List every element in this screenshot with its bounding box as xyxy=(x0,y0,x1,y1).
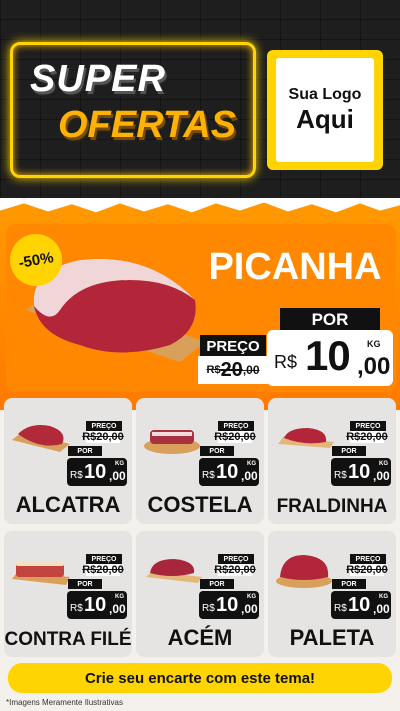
meat-icon xyxy=(144,430,200,454)
cents: ,00 xyxy=(241,469,258,483)
product-card[interactable]: PREÇO R$20,00 POR R$ 10 KG ,00 FRALDINHA xyxy=(268,398,396,524)
currency: R$ xyxy=(334,470,347,481)
por-label: POR xyxy=(200,446,234,456)
por-label: POR xyxy=(200,579,234,589)
cta-button[interactable]: Crie seu encarte com este tema! xyxy=(8,663,392,693)
product-name: FRALDINHA xyxy=(276,496,388,517)
new-price: R$ 10 KG ,00 xyxy=(199,458,259,486)
price-value: 10 xyxy=(348,461,371,483)
unit: KG xyxy=(247,594,256,600)
cents: ,00 xyxy=(373,469,390,483)
old-price: R$20,00 xyxy=(214,431,256,443)
new-price: R$ 10 KG ,00 xyxy=(67,591,127,619)
product-name: ALCATRA xyxy=(15,492,121,517)
unit: KG xyxy=(115,461,124,467)
unit-label: KG xyxy=(367,339,381,349)
product-card[interactable]: PREÇO R$20,00 POR R$ 10 KG ,00 ALCATRA xyxy=(4,398,132,524)
preco-label: PREÇO xyxy=(218,554,254,564)
new-price: R$ 10 KG ,00 xyxy=(199,591,259,619)
unit: KG xyxy=(379,594,388,600)
meat-icon xyxy=(146,559,202,583)
currency: R$ xyxy=(202,603,215,614)
hero-old-price: R$ 20 ,00 xyxy=(198,356,268,384)
new-price: R$ 10 KG ,00 xyxy=(331,591,391,619)
preco-label: PREÇO xyxy=(350,421,386,431)
currency: R$ xyxy=(202,470,215,481)
cents: ,00 xyxy=(109,469,126,483)
preco-label: PREÇO xyxy=(218,421,254,431)
preco-label: PREÇO xyxy=(86,421,122,431)
por-label: POR xyxy=(68,579,102,589)
logo-placeholder[interactable]: Sua Logo Aqui xyxy=(276,58,374,162)
logo-text-line2: Aqui xyxy=(296,103,354,134)
meat-icon xyxy=(278,428,334,448)
por-label: POR xyxy=(332,579,366,589)
hero-product-name: PICANHA xyxy=(208,246,382,288)
price-value: 10 xyxy=(84,594,107,616)
price-value: 10 xyxy=(216,594,239,616)
preco-label: PREÇO xyxy=(86,554,122,564)
product-name: PALETA xyxy=(289,625,375,650)
product-name: CONTRA FILÉ xyxy=(4,629,132,650)
footnote: *Imagens Meramente Ilustrativas xyxy=(6,698,123,707)
new-currency: R$ xyxy=(274,352,298,372)
currency: R$ xyxy=(70,603,83,614)
meat-icon xyxy=(12,425,70,452)
logo-text-line1: Sua Logo xyxy=(288,85,362,103)
title-super: SUPER xyxy=(30,58,166,100)
product-card[interactable]: PREÇO R$20,00 POR R$ 10 KG ,00 ACÉM xyxy=(136,531,264,657)
hero-preco-label: PREÇO xyxy=(200,335,266,357)
new-value: 10 xyxy=(305,332,351,379)
meat-icon xyxy=(276,555,332,588)
hero-por-label: POR xyxy=(280,308,380,332)
unit: KG xyxy=(247,461,256,467)
old-price: R$20,00 xyxy=(82,431,124,443)
hero-new-price: R$ 10 KG ,00 xyxy=(267,330,393,386)
por-label: POR xyxy=(332,446,366,456)
old-price: R$20,00 xyxy=(214,564,256,576)
old-price: R$20,00 xyxy=(82,564,124,576)
preco-label: PREÇO xyxy=(350,554,386,564)
new-price: R$ 10 KG ,00 xyxy=(67,458,127,486)
old-price: R$20,00 xyxy=(346,431,388,443)
product-name: ACÉM xyxy=(167,625,233,650)
product-name: COSTELA xyxy=(147,492,253,517)
old-cents: ,00 xyxy=(242,363,260,377)
old-value: 20 xyxy=(220,358,243,381)
por-label: POR xyxy=(68,446,102,456)
old-currency: R$ xyxy=(206,364,221,376)
currency: R$ xyxy=(334,603,347,614)
unit: KG xyxy=(379,461,388,467)
cents: ,00 xyxy=(109,602,126,616)
product-card[interactable]: PREÇO R$20,00 POR R$ 10 KG ,00 CONTRA FILÉ xyxy=(4,531,132,657)
old-price: R$20,00 xyxy=(346,564,388,576)
product-card[interactable]: PREÇO R$20,00 POR R$ 10 KG ,00 PALETA xyxy=(268,531,396,657)
price-value: 10 xyxy=(216,461,239,483)
title-ofertas: OFERTAS xyxy=(58,104,237,146)
new-price: R$ 10 KG ,00 xyxy=(331,458,391,486)
new-cents: ,00 xyxy=(357,353,391,380)
product-card[interactable]: PREÇO R$20,00 POR R$ 10 KG ,00 COSTELA xyxy=(136,398,264,524)
currency: R$ xyxy=(70,470,83,481)
unit: KG xyxy=(115,594,124,600)
price-value: 10 xyxy=(348,594,371,616)
cents: ,00 xyxy=(241,602,258,616)
cents: ,00 xyxy=(373,602,390,616)
price-value: 10 xyxy=(84,461,107,483)
meat-icon xyxy=(12,561,70,585)
